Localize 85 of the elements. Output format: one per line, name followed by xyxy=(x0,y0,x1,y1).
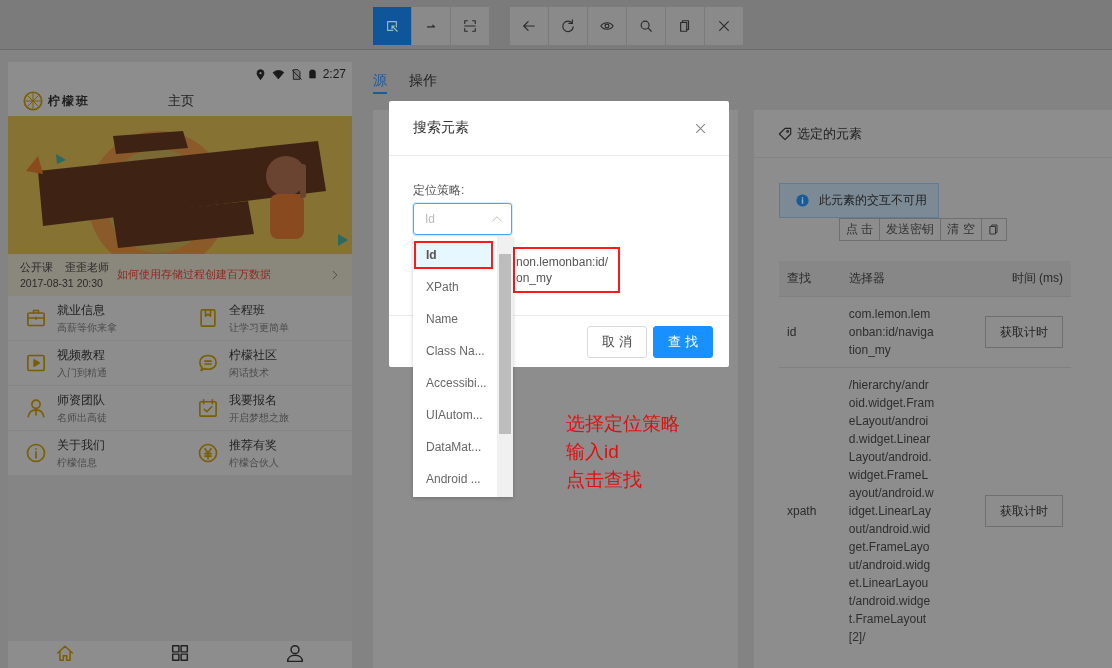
nav-tab[interactable] xyxy=(171,644,189,662)
bookmark-icon xyxy=(198,308,218,328)
back-icon xyxy=(522,19,536,33)
annotation-text: 输入id xyxy=(566,440,620,464)
dropdown-option[interactable]: Accessibi... xyxy=(414,369,493,397)
search-icon xyxy=(639,19,653,33)
column-header: 选择器 xyxy=(840,261,943,297)
close-icon xyxy=(694,121,707,135)
panel-title: 选定的元素 xyxy=(797,124,862,143)
dropdown-option[interactable]: XPath xyxy=(414,273,493,301)
dropdown-option[interactable]: Id xyxy=(414,241,493,269)
chevron-icon xyxy=(330,269,340,281)
dropdown-option[interactable]: Android ... xyxy=(414,465,493,493)
play-icon xyxy=(26,353,46,373)
scrollbar[interactable] xyxy=(497,237,513,497)
copy-icon xyxy=(987,223,1000,236)
yen-icon xyxy=(198,443,218,463)
menu-item[interactable]: 关于我们 柠檬信息 xyxy=(8,431,180,476)
action-button[interactable]: 发送密钥 xyxy=(879,218,942,241)
toolbar-button[interactable] xyxy=(588,7,626,45)
grid-icon xyxy=(171,644,189,662)
nav-tab[interactable] xyxy=(285,644,304,662)
annotation-text: 点击查找 xyxy=(566,468,643,492)
alert-text: 此元素的交互不可用 xyxy=(819,192,927,209)
tag-icon xyxy=(778,126,792,141)
app-logo-text: 柠檬班 xyxy=(48,92,90,110)
course-tag: 公开课 xyxy=(20,261,53,275)
selector-cell: com.lemon.lemonban:id/navigation_my xyxy=(840,296,943,368)
status-time: 2:27 xyxy=(322,67,346,81)
dropdown-option[interactable]: DataMat... xyxy=(414,433,493,461)
battery-icon xyxy=(307,68,317,80)
copy-icon xyxy=(678,19,692,33)
briefcase-icon xyxy=(26,308,46,328)
dropdown-option[interactable]: UIAutom... xyxy=(414,401,493,429)
selector-input[interactable]: non.lemonban:id/ on_my xyxy=(513,247,620,293)
selector-cell: /hierarchy/android.widget.FrameLayout/android.widget.LinearLayout/android.widget.FrameLayout/android.widget.LinearLayout/android.widget.FrameLayout/android.widget.LinearLayout/android.widget.FrameLayout[2]/ xyxy=(840,367,943,654)
action-button[interactable]: 点 击 xyxy=(839,218,881,241)
dropdown-option[interactable]: Name xyxy=(414,305,493,333)
person-icon xyxy=(285,644,304,662)
find-button[interactable]: 查 找 xyxy=(653,325,713,358)
menu-item[interactable]: 柠檬社区 闲话技术 xyxy=(180,341,352,386)
page-title: 主页 xyxy=(168,92,194,110)
person-icon xyxy=(26,398,46,418)
menu-item[interactable]: 师资团队 名师出高徒 xyxy=(8,386,180,431)
menu-item[interactable]: 推荐有奖 柠檬合伙人 xyxy=(180,431,352,476)
table-cell: xpath xyxy=(779,367,841,654)
course-time: 2017-08-31 20:30 xyxy=(20,277,104,289)
lemon-icon xyxy=(23,91,43,111)
column-header: 时间 (ms) xyxy=(942,261,1071,297)
field-label: 定位策略: xyxy=(413,182,466,199)
toolbar-button[interactable] xyxy=(549,7,587,45)
pointer-icon xyxy=(385,19,399,33)
eye-icon xyxy=(600,19,614,33)
copy-button[interactable] xyxy=(980,218,1007,241)
close-button[interactable] xyxy=(694,121,707,135)
chat-icon xyxy=(198,353,218,373)
annotation-text: 选择定位策略 xyxy=(566,412,680,436)
toolbar-button[interactable] xyxy=(451,7,489,45)
info-icon xyxy=(796,194,809,207)
tab[interactable]: 操作 xyxy=(409,62,437,94)
wifi-icon xyxy=(271,68,285,80)
toolbar-button[interactable] xyxy=(705,7,743,45)
close-icon xyxy=(717,19,731,33)
calendar-check-icon xyxy=(198,398,218,418)
toolbar-button[interactable] xyxy=(510,7,548,45)
timing-button[interactable]: 获取计时 xyxy=(985,316,1063,348)
dialog-title: 搜索元素 xyxy=(413,119,469,137)
cancel-button[interactable]: 取 消 xyxy=(587,325,647,358)
dropdown-option[interactable]: Class Na... xyxy=(414,337,493,365)
home-icon xyxy=(56,644,75,662)
table-cell: id xyxy=(779,296,841,368)
location-icon xyxy=(254,68,266,80)
toolbar-button[interactable] xyxy=(666,7,704,45)
timing-button[interactable]: 获取计时 xyxy=(985,495,1063,527)
teacher-name: 歪歪老师 xyxy=(65,261,109,275)
menu-item[interactable]: 我要报名 开启梦想之旅 xyxy=(180,386,352,431)
toolbar-button[interactable] xyxy=(627,7,665,45)
caret-up-icon xyxy=(491,213,503,225)
action-button[interactable]: 清 空 xyxy=(940,218,982,241)
column-header: 查找 xyxy=(779,261,841,297)
no-sim-icon xyxy=(290,68,302,80)
refresh-icon xyxy=(561,19,575,33)
expand-icon xyxy=(463,19,477,33)
toolbar-button[interactable] xyxy=(373,7,411,45)
info-icon xyxy=(26,443,46,463)
